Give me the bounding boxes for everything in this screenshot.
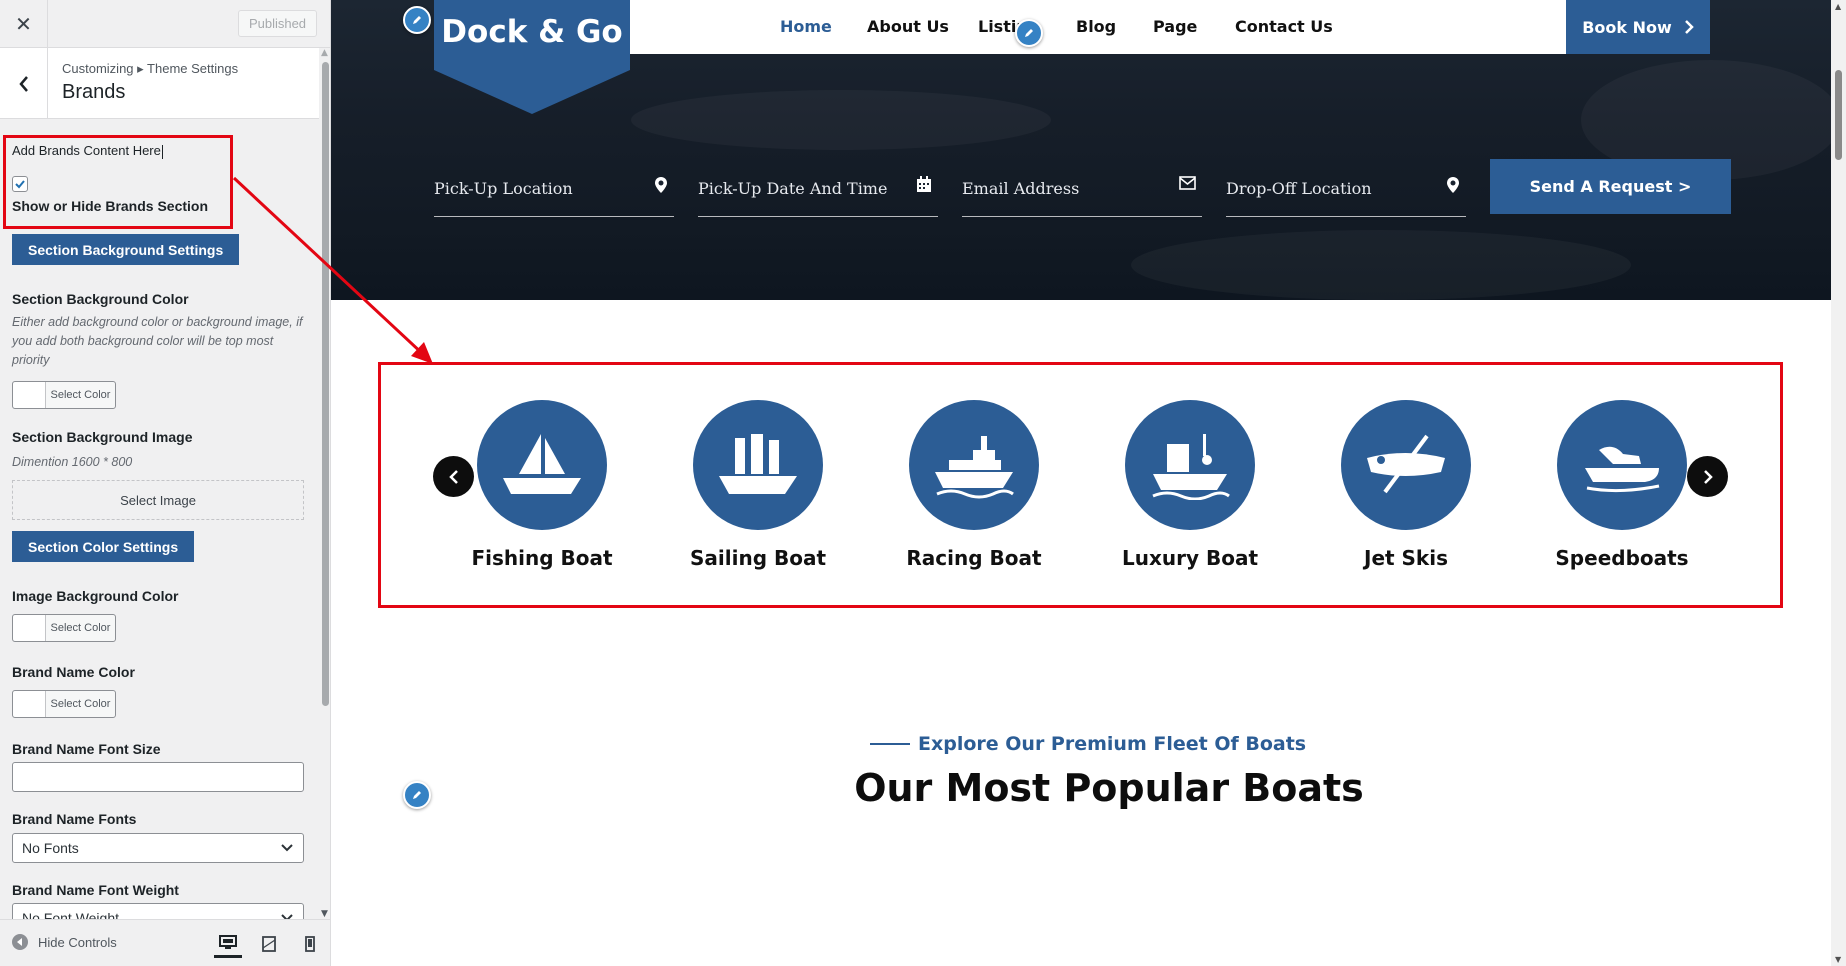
desktop-preview-icon[interactable] [214, 930, 242, 958]
brand-name-font-weight-select[interactable]: No Font Weight [12, 903, 304, 919]
brand-name-fonts-select[interactable]: No Fonts [12, 833, 304, 863]
mobile-preview-icon[interactable] [296, 930, 324, 958]
racing-boat-icon [909, 400, 1039, 530]
nav-home[interactable]: Home [780, 17, 832, 36]
map-pin-icon [655, 177, 667, 193]
nav-page[interactable]: Page [1153, 17, 1197, 36]
jet-ski-icon [1557, 400, 1687, 530]
published-button[interactable]: Published [238, 10, 317, 37]
bg-image-label: Section Background Image [12, 429, 193, 445]
select-image-button[interactable]: Select Image [12, 480, 304, 520]
collapse-icon [12, 934, 28, 950]
panel-title: Brands [62, 81, 126, 103]
preview-scrollbar[interactable]: ▲ ▼ [1831, 0, 1846, 966]
navbar [602, 0, 1639, 54]
sailing-boat-icon [693, 400, 823, 530]
map-pin-icon [1447, 177, 1459, 193]
site-preview: Dock & Go Home About Us Listin Blog Page… [331, 0, 1831, 966]
brand-name-color-label: Brand Name Color [12, 664, 135, 680]
section-subtitle: Explore Our Premium Fleet Of Boats [870, 733, 1306, 755]
bg-color-description: Either add background color or backgroun… [12, 315, 303, 367]
controls-panel: Add Brands Content Here Show or Hide Bra… [0, 119, 319, 919]
pickup-location-field[interactable]: Pick-Up Location [434, 168, 674, 217]
brand-name-font-size-input[interactable] [12, 762, 304, 792]
send-request-button[interactable]: Send A Request > [1490, 159, 1731, 214]
customizer-sidebar: ✕ Published Customizing ▸ Theme Settings… [0, 0, 331, 966]
bg-color-picker[interactable]: Select Color [12, 381, 116, 409]
section-background-settings-button[interactable]: Section Background Settings [12, 234, 240, 265]
kayak-icon [1341, 400, 1471, 530]
bg-image-description: Dimention 1600 * 800 [12, 455, 133, 469]
nav-blog[interactable]: Blog [1076, 17, 1116, 36]
calendar-icon [917, 176, 931, 192]
customizer-topbar: ✕ Published [0, 0, 330, 48]
brand-name-color-picker[interactable]: Select Color [12, 690, 116, 718]
luxury-boat-icon [1125, 400, 1255, 530]
annotation-box-controls [3, 135, 233, 229]
edit-shortcut-icon[interactable] [403, 6, 431, 34]
chevron-left-icon [448, 469, 458, 484]
hide-controls-button[interactable]: Hide Controls [12, 934, 117, 950]
chevron-down-icon [281, 844, 293, 852]
section-color-settings-button[interactable]: Section Color Settings [12, 531, 195, 562]
breadcrumb: Customizing ▸ Theme Settings [62, 61, 239, 76]
brand-name-font-size-label: Brand Name Font Size [12, 741, 161, 757]
close-icon[interactable]: ✕ [0, 0, 48, 48]
dropoff-location-field[interactable]: Drop-Off Location [1226, 168, 1466, 217]
chevron-down-icon [281, 914, 293, 919]
pickup-date-field[interactable]: Pick-Up Date And Time [698, 168, 938, 217]
carousel-next-button[interactable] [1687, 456, 1728, 497]
back-button[interactable] [0, 48, 48, 119]
section-header: Customizing ▸ Theme Settings Brands [0, 48, 319, 119]
envelope-icon [1179, 176, 1196, 190]
brand-name-fonts-label: Brand Name Fonts [12, 811, 137, 827]
site-logo[interactable]: Dock & Go [434, 0, 630, 114]
image-bg-color-label: Image Background Color [12, 588, 179, 604]
brand-name-font-weight-label: Brand Name Font Weight [12, 882, 179, 898]
carousel-prev-button[interactable] [433, 456, 474, 497]
hero-banner: Dock & Go Home About Us Listin Blog Page… [331, 0, 1831, 300]
edit-shortcut-icon[interactable] [1015, 19, 1043, 47]
chevron-right-icon [1684, 20, 1694, 34]
tablet-preview-icon[interactable] [255, 930, 283, 958]
image-bg-color-picker[interactable]: Select Color [12, 614, 116, 642]
chevron-right-icon [1703, 469, 1713, 484]
nav-about-us[interactable]: About Us [867, 17, 949, 36]
sidebar-scrollbar[interactable]: ▲ ▼ [319, 48, 330, 919]
chevron-left-icon [18, 75, 28, 92]
bg-color-label: Section Background Color [12, 291, 189, 307]
customizer-footer: Hide Controls [0, 919, 330, 966]
book-now-button[interactable]: Book Now [1566, 0, 1710, 54]
email-address-field[interactable]: Email Address [962, 168, 1202, 217]
fishing-boat-icon [477, 400, 607, 530]
nav-contact-us[interactable]: Contact Us [1235, 17, 1333, 36]
section-heading: Our Most Popular Boats [854, 766, 1364, 810]
